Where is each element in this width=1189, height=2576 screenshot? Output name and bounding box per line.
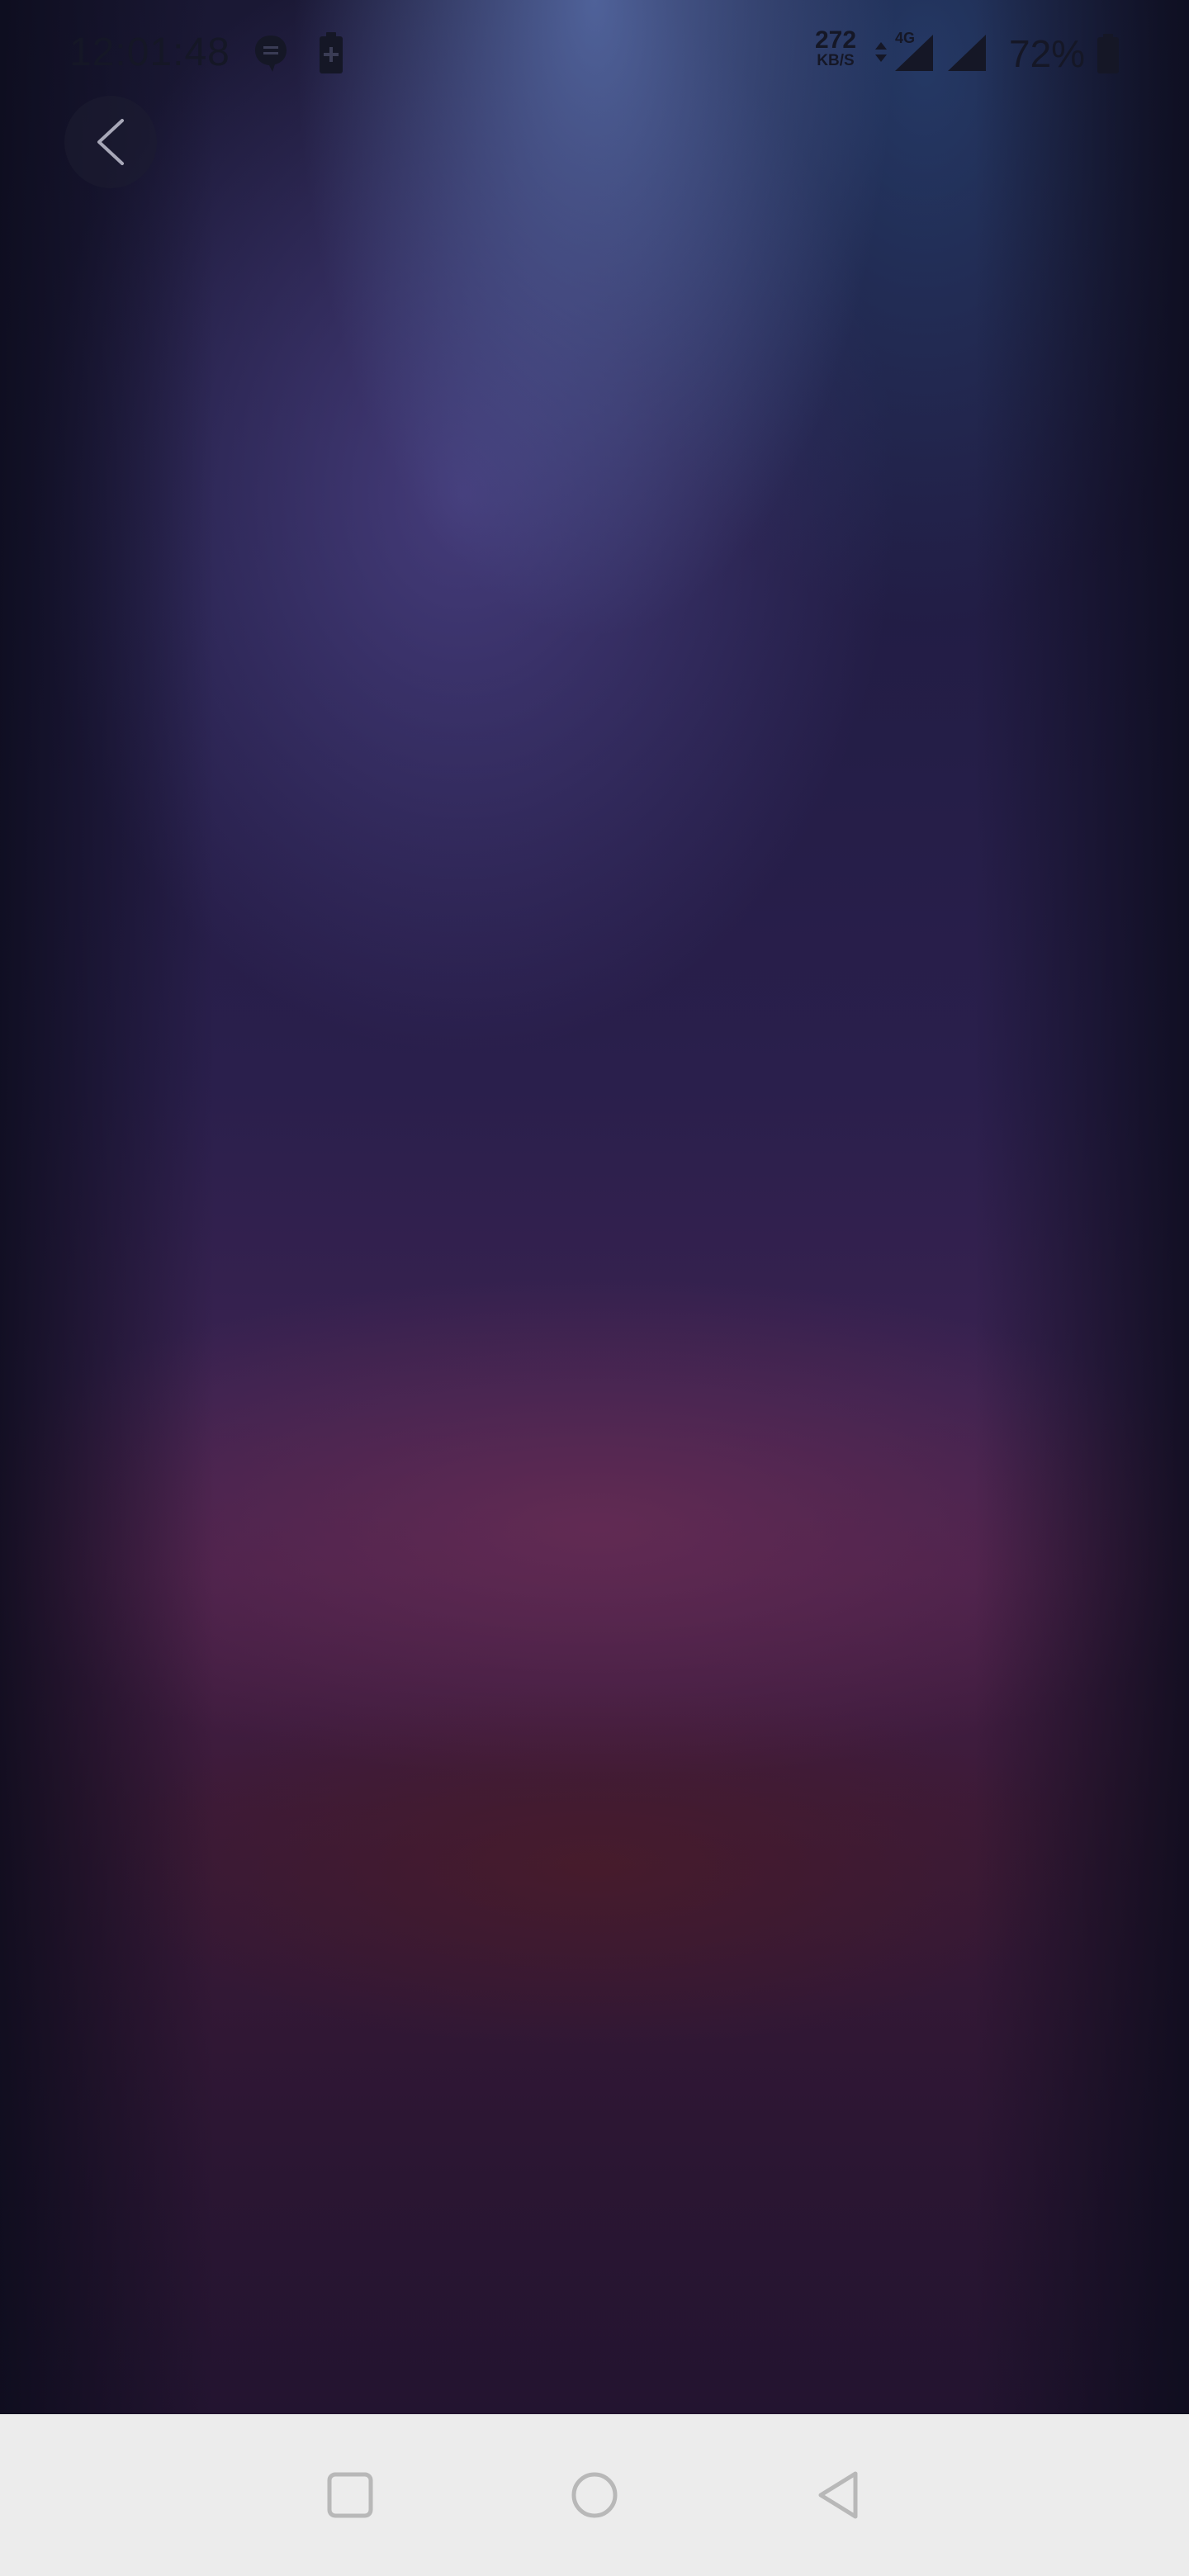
wallpaper-vignette-left xyxy=(0,0,215,2414)
data-arrows-icon xyxy=(875,42,887,62)
screen: 12:01:48 272 KB/S 4G 72% xyxy=(0,0,1189,2576)
recents-icon xyxy=(327,2472,373,2518)
wallpaper-vignette-right xyxy=(974,0,1189,2414)
signal-icon xyxy=(895,35,933,71)
navigation-bar xyxy=(0,2414,1189,2576)
recents-button[interactable] xyxy=(317,2462,383,2528)
network-speed: 272 KB/S xyxy=(809,28,862,69)
home-icon xyxy=(571,2472,618,2518)
battery-percent: 72% xyxy=(1009,32,1086,75)
signal-icon xyxy=(948,35,986,71)
wallpaper-background xyxy=(0,0,1189,2414)
status-bar: 12:01:48 272 KB/S 4G 72% xyxy=(0,0,1189,107)
battery-charging-icon xyxy=(320,32,343,73)
battery-icon xyxy=(1097,34,1119,73)
network-speed-value: 272 xyxy=(814,26,857,54)
network-speed-unit: KB/S xyxy=(817,52,855,69)
chevron-left-icon xyxy=(97,119,124,165)
nav-back-button[interactable] xyxy=(806,2462,872,2528)
message-icon xyxy=(255,36,287,72)
home-button[interactable] xyxy=(561,2462,628,2528)
status-clock: 12:01:48 xyxy=(69,31,230,74)
back-icon xyxy=(818,2471,858,2519)
back-button[interactable] xyxy=(64,96,157,188)
